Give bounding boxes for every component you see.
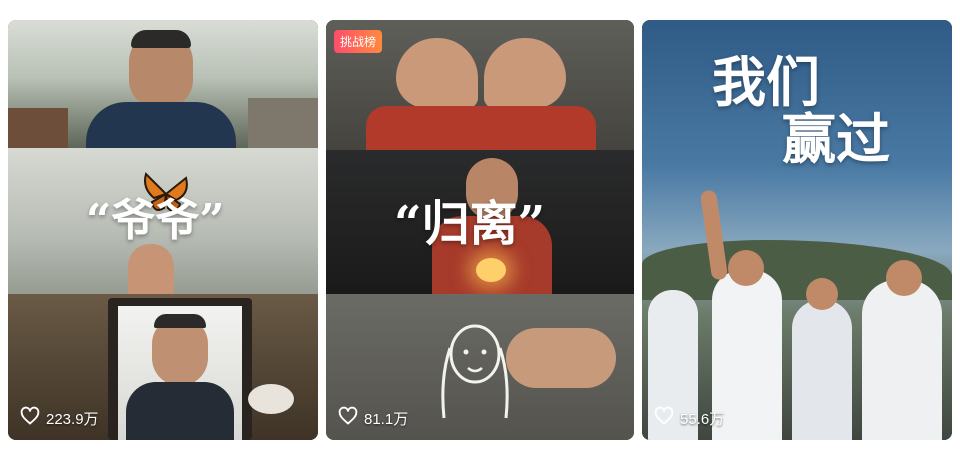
- video-title: “爷爷”: [86, 195, 225, 246]
- thumbnail-panel-top: [8, 20, 318, 148]
- video-title-line-1: 我们: [712, 50, 820, 114]
- portrait-figure: [86, 30, 236, 148]
- heart-hands-figure: [396, 28, 566, 118]
- hand-with-chalk: [506, 328, 616, 388]
- like-count: 55.6万: [680, 410, 725, 428]
- heart-outline-icon[interactable]: [20, 406, 40, 430]
- like-count-area: 55.6万: [654, 406, 724, 430]
- like-count: 81.1万: [364, 410, 409, 428]
- thumbnail-panel-middle: “爷爷”: [8, 148, 318, 294]
- like-count-area: 81.1万: [338, 406, 408, 430]
- thumbnail-panel-middle: “归离”: [326, 150, 634, 294]
- photo-frame: [108, 298, 252, 440]
- heart-outline-icon[interactable]: [338, 406, 358, 430]
- video-title-line-2: 赢过: [782, 106, 890, 171]
- like-count-area: 223.9万: [20, 406, 99, 430]
- hand-figure: [128, 244, 174, 294]
- heart-outline-icon[interactable]: [654, 406, 674, 430]
- video-card-2[interactable]: “归离” 挑战榜 81.1万: [326, 20, 634, 440]
- video-title: 我们 赢过: [712, 54, 890, 167]
- challenge-badge[interactable]: 挑战榜: [334, 30, 383, 53]
- video-card-3[interactable]: 我们 赢过 55.6万: [642, 20, 952, 440]
- video-title: “归离”: [394, 196, 546, 252]
- video-card-1[interactable]: “爷爷” 223.9万: [8, 20, 318, 440]
- chalk-drawing: [430, 308, 520, 428]
- like-count: 223.9万: [46, 410, 99, 428]
